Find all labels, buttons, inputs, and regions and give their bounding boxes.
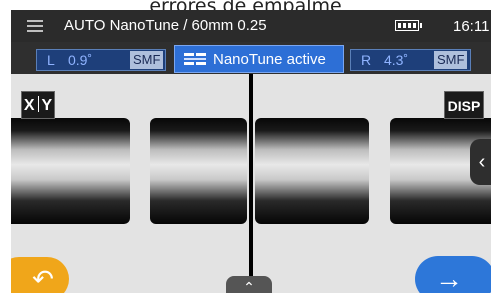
right-fiber-status: R 4.3˚ SMF [350, 49, 471, 71]
left-fiber-status: L 0.9˚ SMF [36, 49, 166, 71]
page-caption: errores de empalme [0, 0, 491, 10]
back-arrow-icon: ↶ [32, 264, 54, 293]
fiber-view: XY DISP ‹ ↶ ⌃ → [11, 74, 491, 293]
program-title: AUTO NanoTune / 60mm 0.25 [64, 17, 267, 34]
right-cleave-angle: 4.3˚ [384, 52, 409, 68]
right-fiber-mode: SMF [434, 51, 468, 69]
left-side-label: L [47, 52, 55, 68]
nanotune-icon [184, 53, 206, 65]
center-cursor-line [249, 74, 253, 293]
y-view-label: Y [41, 97, 53, 114]
display-button[interactable]: DISP [444, 91, 484, 119]
next-arrow-icon: → [435, 263, 463, 293]
top-bar: AUTO NanoTune / 60mm 0.25 16:11 [11, 10, 491, 42]
x-view-label: X [23, 97, 35, 114]
bottom-panel-tab[interactable]: ⌃ [226, 276, 272, 293]
status-bar: L 0.9˚ SMF NanoTune active R 4.3˚ SMF [11, 42, 491, 74]
center-fiber-image-right [255, 118, 369, 224]
left-fiber-mode: SMF [130, 51, 164, 69]
side-panel-tab[interactable]: ‹ [470, 139, 491, 185]
back-button[interactable]: ↶ [11, 257, 69, 293]
next-button[interactable]: → [415, 256, 491, 293]
left-fiber-image [11, 118, 130, 224]
hamburger-menu-icon[interactable] [23, 17, 47, 35]
nanotune-label: NanoTune active [213, 51, 326, 68]
nanotune-status: NanoTune active [174, 45, 344, 73]
xy-view-toggle-button[interactable]: XY [21, 91, 55, 119]
battery-full-icon [395, 20, 422, 31]
center-fiber-image-left [150, 118, 247, 224]
left-cleave-angle: 0.9˚ [68, 52, 93, 68]
splicer-screen: AUTO NanoTune / 60mm 0.25 16:11 L 0.9˚ S… [11, 10, 491, 293]
clock: 16:11 [453, 18, 490, 35]
right-side-label: R [361, 52, 372, 68]
